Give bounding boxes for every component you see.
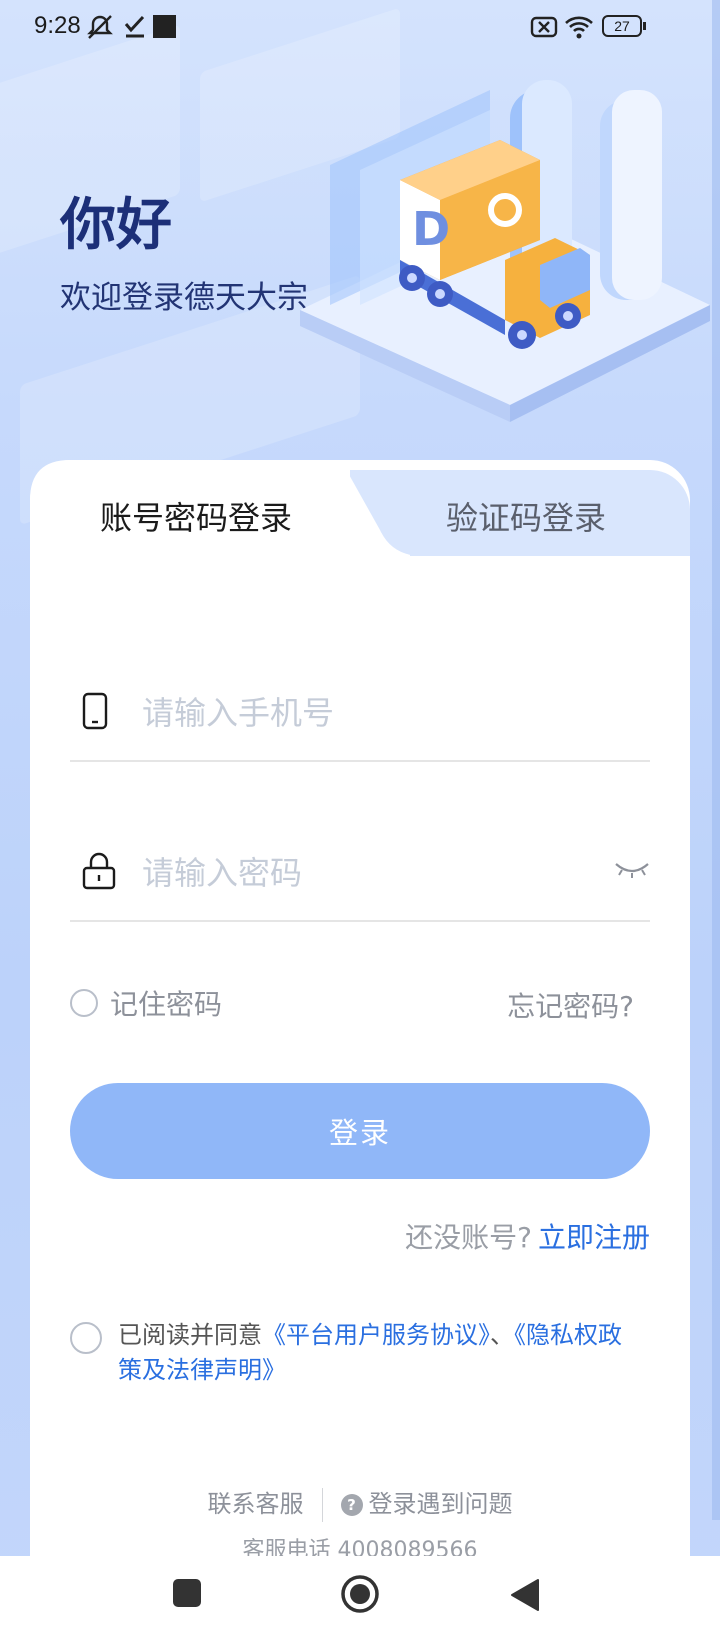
agreement-radio[interactable]: [70, 1322, 102, 1354]
greeting-title: 你好: [60, 193, 172, 258]
login-problem-link[interactable]: ? 登录遇到问题: [340, 1490, 513, 1518]
agreement-text: 已阅读并同意《平台用户服务协议》、《隐私权政 策及法律声明》: [118, 1318, 638, 1388]
privacy-policy-link[interactable]: 《隐私权政: [514, 1321, 622, 1349]
app-square-icon: [153, 15, 176, 38]
checkmark-icon: [124, 15, 145, 38]
recent-apps-icon[interactable]: [172, 1578, 202, 1608]
remember-radio[interactable]: [70, 989, 98, 1017]
agreement-separator: 、: [490, 1321, 514, 1349]
battery-tip: [643, 22, 646, 30]
mute-icon: [87, 15, 113, 39]
login-problem-label: 登录遇到问题: [368, 1490, 513, 1518]
welcome-subtitle: 欢迎登录德天大宗: [60, 280, 308, 316]
battery-icon: 27: [602, 15, 642, 37]
footer-divider: [321, 1488, 323, 1522]
battery-level: 27: [614, 18, 630, 34]
footer-links: 联系客服? 登录遇到问题: [0, 1484, 720, 1522]
eye-closed-icon[interactable]: [614, 860, 650, 880]
wifi-icon: [565, 16, 593, 39]
contact-service-link[interactable]: 联系客服: [208, 1490, 304, 1518]
login-button[interactable]: 登录: [70, 1083, 650, 1179]
truck-illustration: D: [300, 80, 710, 422]
user-agreement-link[interactable]: 《平台用户服务协议》: [262, 1321, 490, 1349]
agreement-prefix: 已阅读并同意: [118, 1321, 262, 1349]
remember-password[interactable]: 记住密码: [70, 983, 222, 1023]
password-input[interactable]: [140, 846, 564, 900]
tab-password-login[interactable]: 账号密码登录: [100, 493, 292, 539]
tab-sms-login[interactable]: 验证码登录: [446, 493, 606, 539]
lock-icon: [82, 852, 116, 890]
no-account-text: 还没账号?: [405, 1221, 532, 1254]
status-time: 9:28: [34, 12, 81, 39]
forgot-password-link[interactable]: 忘记密码?: [507, 985, 634, 1025]
home-icon[interactable]: [340, 1574, 380, 1614]
no-sim-icon: [530, 16, 558, 38]
privacy-policy-link-continued[interactable]: 策及法律声明》: [118, 1356, 286, 1384]
back-icon[interactable]: [508, 1578, 540, 1612]
register-row: 还没账号? 立即注册: [405, 1216, 650, 1256]
phone-field: [70, 670, 650, 762]
question-icon: ?: [340, 1494, 363, 1516]
system-nav-bar: [0, 1556, 720, 1650]
register-link[interactable]: 立即注册: [538, 1221, 650, 1254]
svg-text:D: D: [412, 202, 450, 256]
status-bar: 9:28 27: [0, 0, 720, 54]
phone-icon: [82, 692, 108, 730]
phone-input[interactable]: [140, 686, 564, 740]
remember-label: 记住密码: [110, 988, 223, 1021]
password-field: [70, 830, 650, 922]
